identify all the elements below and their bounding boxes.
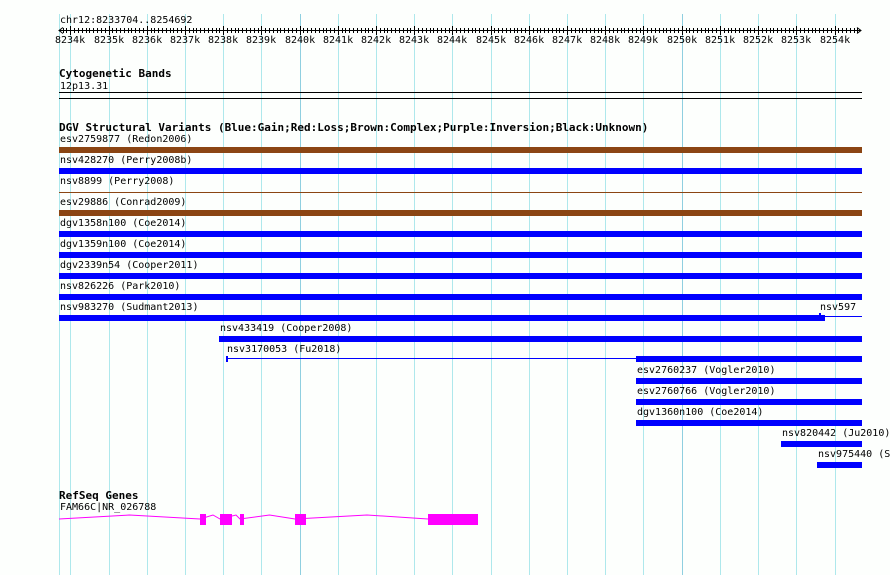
exon bbox=[295, 514, 306, 525]
cytoband-label: 12p13.31 bbox=[60, 81, 109, 92]
variant-label[interactable]: nsv826226 (Park2010) bbox=[60, 281, 180, 292]
variant-bar[interactable] bbox=[219, 336, 862, 342]
variant-label[interactable]: nsv3170053 (Fu2018) bbox=[227, 344, 341, 355]
ruler-tick-label: 8239k bbox=[246, 35, 277, 46]
ruler-tick-label: 8240k bbox=[285, 35, 316, 46]
variant-line[interactable] bbox=[226, 358, 636, 359]
variant-bar[interactable] bbox=[59, 168, 862, 174]
ruler-tick-label: 8238k bbox=[208, 35, 239, 46]
gene-model-FAM66C[interactable] bbox=[0, 510, 890, 530]
variant-bar[interactable] bbox=[636, 378, 862, 384]
ruler-tick-label: 8237k bbox=[170, 35, 201, 46]
ruler-tick-label: 8249k bbox=[628, 35, 659, 46]
variant-bar[interactable] bbox=[781, 441, 862, 447]
variant-bar[interactable] bbox=[819, 316, 862, 317]
exon bbox=[240, 514, 244, 525]
ruler-tick-label: 8251k bbox=[705, 35, 736, 46]
cytoband-band[interactable] bbox=[59, 98, 862, 99]
variant-label[interactable]: esv2760237 (Vogler2010) bbox=[637, 365, 775, 376]
variant-bar[interactable] bbox=[59, 252, 862, 258]
variant-label[interactable]: nsv428270 (Perry2008b) bbox=[60, 155, 192, 166]
ruler-tick-label: 8234k bbox=[55, 35, 86, 46]
refseq-title: RefSeq Genes bbox=[59, 489, 139, 502]
ruler-tick-label: 8247k bbox=[552, 35, 583, 46]
variant-label[interactable]: nsv983270 (Sudmant2013) bbox=[60, 302, 198, 313]
ruler-tick-label: 8248k bbox=[590, 35, 621, 46]
variant-label[interactable]: esv29886 (Conrad2009) bbox=[60, 197, 186, 208]
variant-label[interactable]: dgv2339n54 (Cooper2011) bbox=[60, 260, 198, 271]
exon bbox=[200, 514, 206, 525]
variant-bar[interactable] bbox=[817, 462, 862, 468]
variant-bar[interactable] bbox=[636, 420, 862, 426]
ruler-tick-label: 8235k bbox=[94, 35, 125, 46]
ruler-tick-label: 8254k bbox=[820, 35, 851, 46]
variant-bar[interactable] bbox=[59, 147, 862, 153]
variant-bar[interactable] bbox=[59, 294, 862, 300]
variant-label[interactable]: nsv820442 (Ju2010) bbox=[782, 428, 890, 439]
variant-label[interactable]: esv2759877 (Redon2006) bbox=[60, 134, 192, 145]
ruler-tick-label: 8241k bbox=[323, 35, 354, 46]
exon bbox=[220, 514, 232, 525]
variant-bar[interactable] bbox=[59, 210, 862, 216]
variant-bar[interactable] bbox=[59, 231, 862, 237]
variant-label[interactable]: nsv433419 (Cooper2008) bbox=[220, 323, 352, 334]
ruler-tick-label: 8236k bbox=[132, 35, 163, 46]
variant-label[interactable]: dgv1358n100 (Coe2014) bbox=[60, 218, 186, 229]
cytoband-title: Cytogenetic Bands bbox=[59, 67, 172, 80]
ruler-tick-label: 8252k bbox=[743, 35, 774, 46]
variant-start-tick[interactable] bbox=[226, 356, 228, 362]
variant-label[interactable]: nsv975440 (Su bbox=[818, 449, 890, 460]
variant-bar[interactable] bbox=[59, 273, 862, 279]
genome-browser: chr12:8233704..8254692 8234k 8235k 8236k 82… bbox=[0, 0, 890, 575]
variant-bar[interactable] bbox=[636, 399, 862, 405]
variant-label[interactable]: nsv597 bbox=[820, 302, 856, 313]
variant-bar[interactable] bbox=[59, 192, 862, 193]
variant-label[interactable]: dgv1359n100 (Coe2014) bbox=[60, 239, 186, 250]
ruler-tick-label: 8253k bbox=[781, 35, 812, 46]
ruler-tick-label: 8250k bbox=[667, 35, 698, 46]
variant-bar[interactable] bbox=[636, 356, 862, 362]
variant-label[interactable]: nsv8899 (Perry2008) bbox=[60, 176, 174, 187]
ruler-tick-label: 8243k bbox=[399, 35, 430, 46]
exon bbox=[428, 514, 478, 525]
ruler-tick-label: 8244k bbox=[437, 35, 468, 46]
ruler-tick-label: 8245k bbox=[476, 35, 507, 46]
cytoband-line[interactable] bbox=[59, 92, 862, 93]
dgv-title: DGV Structural Variants (Blue:Gain;Red:L… bbox=[59, 121, 649, 134]
ruler-tick-label: 8242k bbox=[361, 35, 392, 46]
ruler-tick-label: 8246k bbox=[514, 35, 545, 46]
variant-bar[interactable] bbox=[59, 315, 825, 321]
variant-label[interactable]: esv2760766 (Vogler2010) bbox=[637, 386, 775, 397]
variant-label[interactable]: dgv1360n100 (Coe2014) bbox=[637, 407, 763, 418]
